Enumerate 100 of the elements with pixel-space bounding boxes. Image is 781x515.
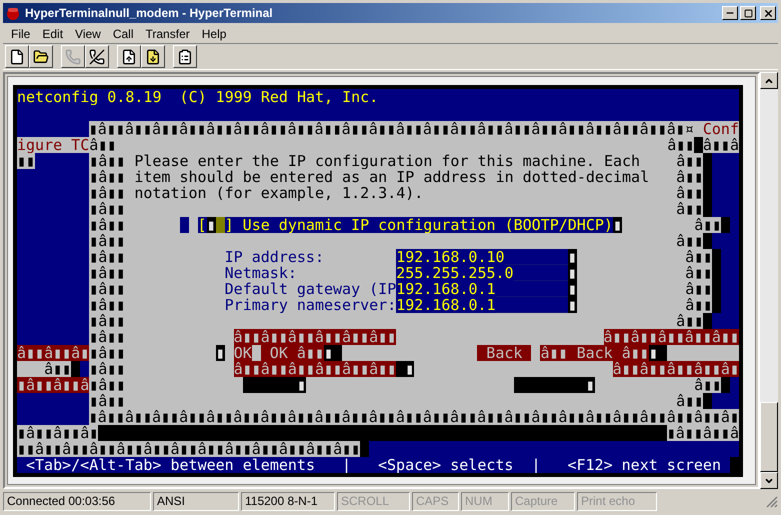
dialog-text: â▮▮ [622, 217, 722, 233]
shadow-block [703, 393, 712, 409]
dialog-text: ▮â▮▮ â▮▮ [89, 313, 704, 329]
field-label: Primary nameserver: [224, 297, 396, 313]
button-face: â▮▮ Back â▮▮ [540, 345, 649, 361]
button-face: â▮▮â▮▮â▮▮â▮▮â▮▮â▮▮ [234, 361, 396, 377]
shadow-block [703, 313, 712, 329]
dialog-text: â▮▮ [576, 249, 712, 265]
status-panel: SCROLL [337, 492, 410, 511]
resize-grip-icon [766, 496, 778, 508]
menu-item[interactable]: Transfer [142, 24, 194, 42]
dialog-text: â▮▮ [576, 265, 712, 281]
dialog-text: ▮â▮▮ â▮▮ [89, 201, 704, 217]
dialog-text: ▮â▮▮ â▮▮ [89, 393, 704, 409]
scroll-down-button[interactable] [760, 472, 778, 489]
ip-field: ] Use dynamic IP configuration (BOOTP/DHCP) [224, 217, 613, 233]
phone-icon [65, 48, 81, 64]
hint-text: <Tab>/<Alt-Tab> between elements [26, 457, 315, 473]
phone-app-icon [5, 5, 21, 21]
field-label: IP address: [224, 249, 324, 265]
status-panel: ANSI [153, 492, 239, 511]
dialog-text: ▮â▮▮ item should be entered as an IP address in dotted-decimal â▮▮ [89, 169, 704, 185]
status-panel: 115200 8-N-1 [241, 492, 335, 511]
button-face: OK [234, 345, 252, 361]
dialog-text: ▮â▮▮ [89, 329, 234, 345]
menu-item[interactable]: Help [198, 24, 230, 42]
shadow-block [712, 249, 722, 265]
dialog-text: ▮▮ [17, 153, 36, 169]
toolbar-button[interactable] [173, 45, 197, 68]
shadow-text: ▮ [242, 377, 306, 393]
status-panel: NUM [461, 492, 509, 511]
button-face: â▮▮â▮▮â▮ [17, 345, 90, 361]
status-panel: CAPS [412, 492, 459, 511]
shadow-block [694, 137, 703, 153]
dialog-text: â▮▮ [576, 281, 712, 297]
toolbar-button[interactable] [117, 45, 141, 68]
dialog-text: ▮â▮▮â▮▮â▮ [17, 425, 98, 441]
dialog-background [252, 345, 261, 361]
clipboard-icon [177, 48, 193, 64]
dialog-text: â▮▮ [17, 361, 72, 377]
status-panel: Capture [511, 492, 575, 511]
maximize-icon [744, 8, 752, 18]
dialog-text: ▮â▮▮ [89, 361, 234, 377]
scroll-thumb[interactable] [760, 402, 778, 472]
dialog-text: ▮â▮▮ [89, 297, 225, 313]
hint-text: <F12> next screen [567, 457, 721, 473]
dialog-text: ▮â▮▮ notation (for example, 1.2.3.4). â▮▮ [89, 185, 704, 201]
close-button[interactable] [760, 6, 776, 20]
shadow-block [712, 297, 722, 313]
shadow-block [71, 361, 80, 377]
shadow-text: ▮ [396, 361, 414, 377]
button-face: Back [477, 345, 532, 361]
maximize-button[interactable] [740, 6, 756, 20]
menu-item[interactable]: Call [108, 24, 138, 42]
ip-field: 192.168.0.10_______ [396, 249, 568, 265]
toolbar-button[interactable] [85, 45, 109, 68]
shadow-block [703, 201, 712, 217]
open-folder-icon [33, 48, 49, 64]
dialog-text: â▮▮ [576, 297, 712, 313]
minimize-button[interactable] [722, 6, 738, 20]
phone-off-icon [89, 48, 105, 64]
shadow-block [703, 233, 712, 249]
dialog-text: ▮â▮▮ [89, 281, 225, 297]
button-face: ▮â▮▮â▮▮â [17, 377, 90, 393]
close-icon [762, 8, 774, 18]
menu-item[interactable]: File [7, 24, 34, 42]
button-face: â▮▮â▮▮â▮▮â▮▮â▮▮ [604, 329, 739, 345]
hint-text: <Space> selects [378, 457, 514, 473]
button-face: â▮▮â▮▮â▮▮â▮▮â▮ [612, 361, 739, 377]
scroll-up-button[interactable] [760, 72, 778, 89]
dialog-text: ▮â▮▮ Please enter the IP configuration for this machine. Each â▮▮ [89, 153, 704, 169]
dialog-text: ▮â▮▮â▮▮â▮▮â▮▮â▮▮â▮▮â▮▮â▮▮â▮▮â▮▮â▮▮â▮▮â▮▮â▮▮â▮▮â▮▮â▮▮â▮▮â▮▮â▮▮â▮▮â▮¤ [88, 121, 703, 137]
menu-item[interactable]: Edit [38, 24, 68, 42]
button-face: â▮▮â▮▮â▮▮â▮▮â▮▮â▮▮ [234, 329, 396, 345]
menu-item[interactable]: View [71, 24, 105, 42]
shadow-block [721, 217, 730, 233]
toolbar-button[interactable] [141, 45, 165, 68]
shadow-text: ▮ [648, 345, 667, 361]
dialog-text: â▮▮ [594, 377, 722, 393]
toolbar-button[interactable] [5, 45, 29, 68]
dialog-text: ▮â▮▮ [89, 249, 225, 265]
dialog-text: ▮â▮▮ â▮▮ [89, 233, 704, 249]
new-document-icon [9, 48, 25, 64]
ip-field: 192.168.0.1________ [396, 281, 568, 297]
dialog-title: Conf [702, 121, 739, 137]
status-panel: Connected 00:03:56 [3, 492, 151, 511]
status-panel: Print echo [577, 492, 657, 511]
ip-field: 192.168.0.1________ [396, 297, 568, 313]
toolbar-button[interactable] [29, 45, 53, 68]
field-label: Default gateway (IP [224, 281, 396, 297]
shadow-block [721, 377, 730, 393]
file-down-icon [145, 48, 161, 64]
ip-field: 255.255.255.0______ [396, 265, 568, 281]
dialog-title: igure TC [17, 137, 90, 153]
shadow-block [703, 153, 712, 169]
dialog-text: ▮▮â▮▮â▮▮â▮▮â▮▮â▮▮â▮▮â▮▮â▮▮â▮▮â▮▮â▮▮â▮▮ [17, 441, 360, 457]
scrollbar[interactable] [760, 72, 778, 489]
window-title: HyperTerminalnull_modem - HyperTerminal [25, 5, 274, 22]
shadow-text: ▮ [324, 345, 342, 361]
shadow-text: ▮ [514, 377, 595, 393]
